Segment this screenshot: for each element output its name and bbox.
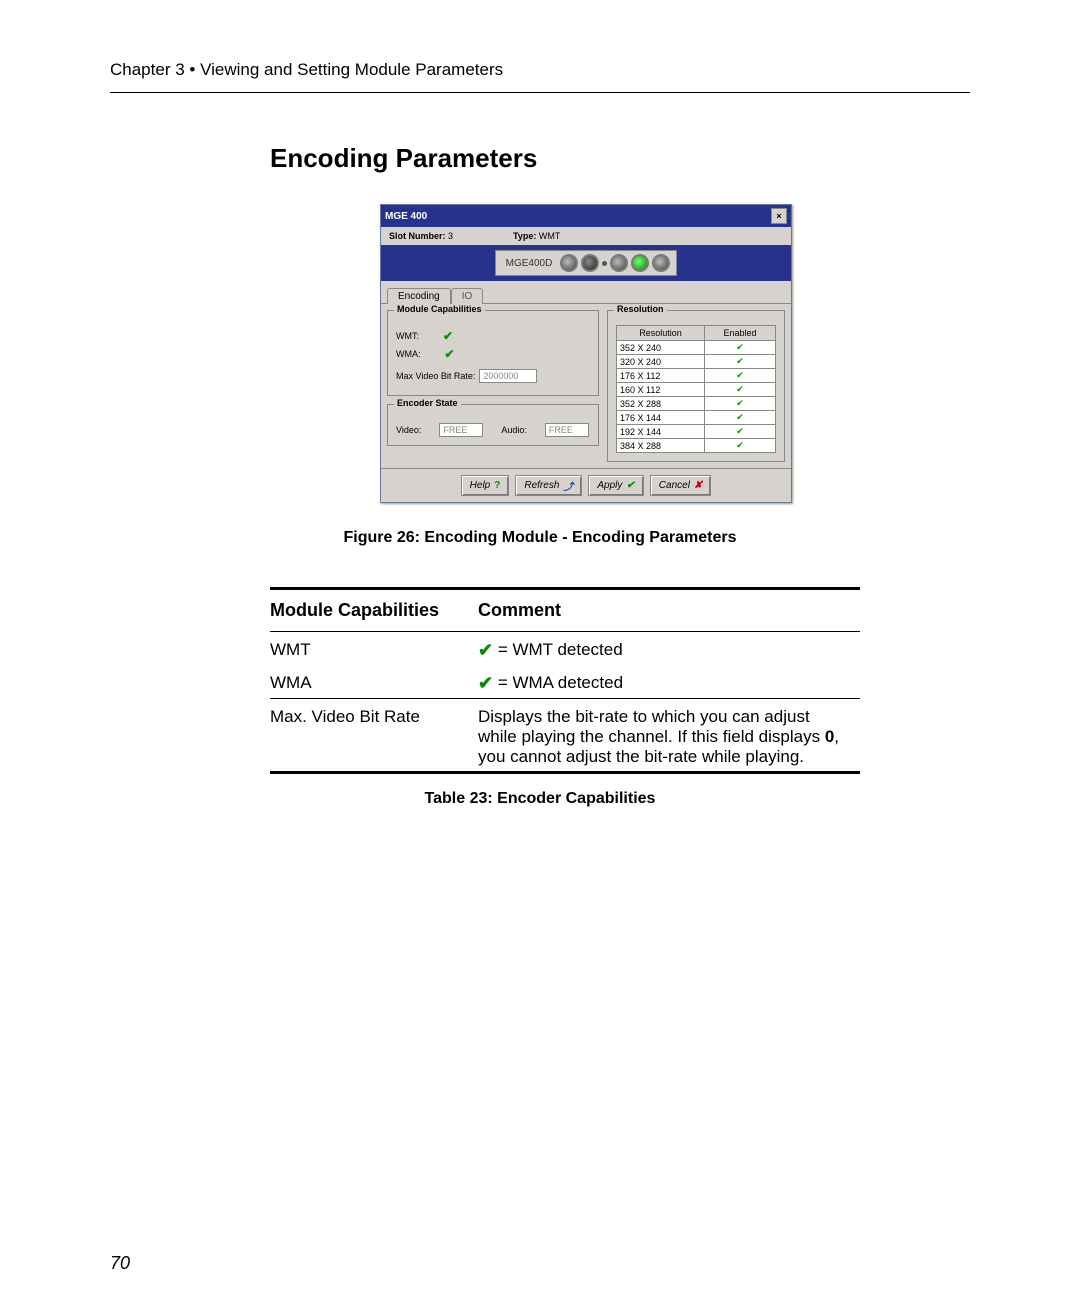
- tab-row: Encoding IO: [381, 281, 791, 304]
- led-icon: [602, 261, 607, 266]
- enabled-col-header: Enabled: [704, 326, 775, 341]
- check-icon: ✔: [704, 411, 775, 425]
- cap-name: Max. Video Bit Rate: [270, 699, 478, 772]
- audio-state-value: FREE: [545, 423, 589, 437]
- encoder-state-group: Encoder State Video: FREE Audio: FREE: [387, 404, 599, 446]
- cap-name: WMT: [270, 632, 478, 666]
- wma-label: WMA:: [396, 349, 421, 359]
- cap-comment: Displays the bit-rate to which you can a…: [478, 699, 860, 772]
- module-capabilities-title: Module Capabilities: [394, 304, 485, 314]
- refresh-button[interactable]: Refresh⤴: [515, 475, 582, 496]
- table-row: WMT ✔ = WMT detected: [270, 632, 860, 666]
- resolution-col-header: Resolution: [617, 326, 705, 341]
- led-icon: [610, 254, 628, 272]
- dialog-titlebar: MGE 400 ×: [381, 205, 791, 227]
- check-icon: ✔: [626, 480, 634, 491]
- table-row: 176 X 144✔: [617, 411, 776, 425]
- check-icon: ✔: [704, 341, 775, 355]
- check-icon: ✔: [704, 355, 775, 369]
- tab-io[interactable]: IO: [451, 288, 484, 304]
- table-row: 384 X 288✔: [617, 439, 776, 453]
- chapter-label: Chapter 3: [110, 60, 185, 79]
- table-row: Max. Video Bit Rate Displays the bit-rat…: [270, 699, 860, 772]
- table-row: 160 X 112✔: [617, 383, 776, 397]
- type-field: Type: WMT: [513, 231, 560, 241]
- audio-state-label: Audio:: [501, 425, 527, 435]
- close-icon[interactable]: ×: [771, 208, 787, 224]
- encoder-state-title: Encoder State: [394, 398, 461, 408]
- cap-comment: ✔ = WMA detected: [478, 665, 860, 698]
- type-value: WMT: [539, 231, 561, 241]
- led-icon: [631, 254, 649, 272]
- mge400-dialog: MGE 400 × Slot Number: 3 Type: WMT MGE40…: [380, 204, 792, 503]
- resolution-title: Resolution: [614, 304, 667, 314]
- table-row: 192 X 144✔: [617, 425, 776, 439]
- table-row: 352 X 240✔: [617, 341, 776, 355]
- check-icon: ✔: [445, 347, 455, 361]
- cap-name: WMA: [270, 665, 478, 698]
- check-icon: ✔: [704, 369, 775, 383]
- dialog-info-row: Slot Number: 3 Type: WMT: [381, 227, 791, 245]
- header-separator: •: [189, 60, 195, 79]
- table-caption: Table 23: Encoder Capabilities: [110, 790, 970, 808]
- video-state-value: FREE: [439, 423, 483, 437]
- table-row: 352 X 288✔: [617, 397, 776, 411]
- encoder-capabilities-table: Module Capabilities Comment WMT ✔ = WMT …: [270, 587, 860, 774]
- led-icon: [581, 254, 599, 272]
- help-button[interactable]: Help?: [461, 475, 510, 496]
- table-row: WMA ✔ = WMA detected: [270, 665, 860, 698]
- device-indicator-box: MGE400D: [495, 250, 678, 276]
- col-module-capabilities: Module Capabilities: [270, 589, 478, 632]
- cancel-icon: ✘: [694, 480, 702, 491]
- slot-number-field: Slot Number: 3: [389, 231, 453, 241]
- header-rule: [110, 92, 970, 93]
- resolution-table: Resolution Enabled 352 X 240✔ 320 X 240✔…: [616, 325, 776, 453]
- help-icon: ?: [494, 480, 500, 491]
- chapter-title: Viewing and Setting Module Parameters: [200, 60, 503, 79]
- resolution-group: Resolution Resolution Enabled 352 X 240✔…: [607, 310, 785, 462]
- cap-comment: ✔ = WMT detected: [478, 632, 860, 666]
- max-bitrate-input[interactable]: 2000000: [479, 369, 537, 383]
- led-icon: [560, 254, 578, 272]
- check-icon: ✔: [478, 640, 493, 660]
- slot-number-value: 3: [448, 231, 453, 241]
- page-number: 70: [110, 1253, 130, 1274]
- wmt-label: WMT:: [396, 331, 419, 341]
- tab-encoding[interactable]: Encoding: [387, 288, 451, 304]
- video-state-label: Video:: [396, 425, 421, 435]
- device-banner: MGE400D: [381, 245, 791, 281]
- dialog-button-row: Help? Refresh⤴ Apply✔ Cancel✘: [381, 468, 791, 502]
- check-icon: ✔: [704, 425, 775, 439]
- module-capabilities-group: Module Capabilities WMT: ✔ WMA: ✔ Max Vi…: [387, 310, 599, 396]
- page-header: Chapter 3 • Viewing and Setting Module P…: [110, 60, 970, 80]
- figure-caption: Figure 26: Encoding Module - Encoding Pa…: [110, 529, 970, 547]
- apply-button[interactable]: Apply✔: [588, 475, 643, 496]
- check-icon: ✔: [704, 397, 775, 411]
- device-name: MGE400D: [506, 258, 553, 269]
- status-indicators: [560, 254, 670, 272]
- check-icon: ✔: [704, 383, 775, 397]
- check-icon: ✔: [443, 329, 453, 343]
- dialog-title: MGE 400: [385, 211, 427, 222]
- type-label: Type:: [513, 231, 536, 241]
- led-icon: [652, 254, 670, 272]
- check-icon: ✔: [704, 439, 775, 453]
- section-heading: Encoding Parameters: [270, 143, 970, 174]
- table-row: 320 X 240✔: [617, 355, 776, 369]
- cancel-button[interactable]: Cancel✘: [650, 475, 712, 496]
- col-comment: Comment: [478, 589, 860, 632]
- table-row: 176 X 112✔: [617, 369, 776, 383]
- check-icon: ✔: [478, 673, 493, 693]
- slot-number-label: Slot Number:: [389, 231, 446, 241]
- max-bitrate-label: Max Video Bit Rate:: [396, 371, 475, 381]
- refresh-icon: ⤴: [563, 478, 573, 493]
